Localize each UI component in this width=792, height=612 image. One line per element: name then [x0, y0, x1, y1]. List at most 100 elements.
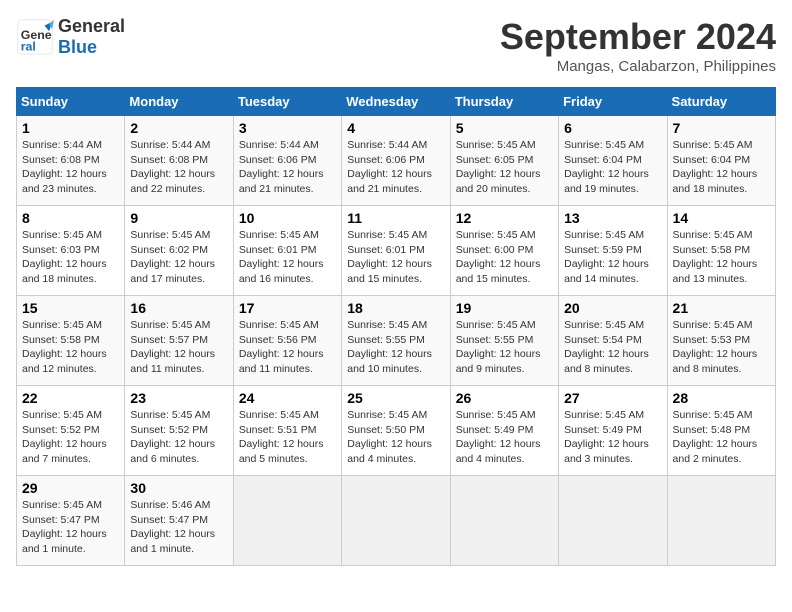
day-info: Sunrise: 5:45 AM Sunset: 6:04 PM Dayligh…	[564, 138, 661, 197]
day-number: 27	[564, 390, 661, 406]
calendar-cell: 18 Sunrise: 5:45 AM Sunset: 5:55 PM Dayl…	[342, 296, 450, 386]
day-info: Sunrise: 5:45 AM Sunset: 6:04 PM Dayligh…	[673, 138, 770, 197]
day-number: 19	[456, 300, 553, 316]
header-sunday: Sunday	[17, 88, 125, 116]
day-number: 18	[347, 300, 444, 316]
day-info: Sunrise: 5:45 AM Sunset: 5:55 PM Dayligh…	[456, 318, 553, 377]
day-info: Sunrise: 5:45 AM Sunset: 5:51 PM Dayligh…	[239, 408, 336, 467]
day-info: Sunrise: 5:45 AM Sunset: 6:01 PM Dayligh…	[239, 228, 336, 287]
logo: Gene ral General Blue	[16, 16, 125, 58]
day-number: 13	[564, 210, 661, 226]
week-row-5: 29 Sunrise: 5:45 AM Sunset: 5:47 PM Dayl…	[17, 476, 776, 566]
day-number: 16	[130, 300, 227, 316]
calendar-cell: 26 Sunrise: 5:45 AM Sunset: 5:49 PM Dayl…	[450, 386, 558, 476]
calendar-cell: 7 Sunrise: 5:45 AM Sunset: 6:04 PM Dayli…	[667, 116, 775, 206]
day-number: 28	[673, 390, 770, 406]
calendar-cell: 25 Sunrise: 5:45 AM Sunset: 5:50 PM Dayl…	[342, 386, 450, 476]
calendar-cell: 28 Sunrise: 5:45 AM Sunset: 5:48 PM Dayl…	[667, 386, 775, 476]
day-info: Sunrise: 5:45 AM Sunset: 6:00 PM Dayligh…	[456, 228, 553, 287]
day-number: 1	[22, 120, 119, 136]
calendar-cell: 1 Sunrise: 5:44 AM Sunset: 6:08 PM Dayli…	[17, 116, 125, 206]
week-row-1: 1 Sunrise: 5:44 AM Sunset: 6:08 PM Dayli…	[17, 116, 776, 206]
calendar-cell: 12 Sunrise: 5:45 AM Sunset: 6:00 PM Dayl…	[450, 206, 558, 296]
calendar-cell: 4 Sunrise: 5:44 AM Sunset: 6:06 PM Dayli…	[342, 116, 450, 206]
day-number: 20	[564, 300, 661, 316]
calendar-cell: 5 Sunrise: 5:45 AM Sunset: 6:05 PM Dayli…	[450, 116, 558, 206]
calendar-cell	[342, 476, 450, 566]
day-info: Sunrise: 5:44 AM Sunset: 6:06 PM Dayligh…	[347, 138, 444, 197]
week-row-2: 8 Sunrise: 5:45 AM Sunset: 6:03 PM Dayli…	[17, 206, 776, 296]
day-number: 6	[564, 120, 661, 136]
day-info: Sunrise: 5:45 AM Sunset: 5:53 PM Dayligh…	[673, 318, 770, 377]
header-saturday: Saturday	[667, 88, 775, 116]
day-info: Sunrise: 5:45 AM Sunset: 6:03 PM Dayligh…	[22, 228, 119, 287]
day-info: Sunrise: 5:45 AM Sunset: 5:57 PM Dayligh…	[130, 318, 227, 377]
header-tuesday: Tuesday	[233, 88, 341, 116]
day-info: Sunrise: 5:45 AM Sunset: 5:58 PM Dayligh…	[22, 318, 119, 377]
day-info: Sunrise: 5:45 AM Sunset: 5:55 PM Dayligh…	[347, 318, 444, 377]
day-info: Sunrise: 5:45 AM Sunset: 5:59 PM Dayligh…	[564, 228, 661, 287]
day-number: 7	[673, 120, 770, 136]
header-monday: Monday	[125, 88, 233, 116]
calendar-cell: 2 Sunrise: 5:44 AM Sunset: 6:08 PM Dayli…	[125, 116, 233, 206]
header-thursday: Thursday	[450, 88, 558, 116]
svg-text:ral: ral	[21, 39, 36, 53]
day-info: Sunrise: 5:45 AM Sunset: 5:47 PM Dayligh…	[22, 498, 119, 557]
day-info: Sunrise: 5:44 AM Sunset: 6:08 PM Dayligh…	[130, 138, 227, 197]
day-number: 22	[22, 390, 119, 406]
calendar-cell: 27 Sunrise: 5:45 AM Sunset: 5:49 PM Dayl…	[559, 386, 667, 476]
day-info: Sunrise: 5:44 AM Sunset: 6:06 PM Dayligh…	[239, 138, 336, 197]
calendar-cell: 19 Sunrise: 5:45 AM Sunset: 5:55 PM Dayl…	[450, 296, 558, 386]
header-friday: Friday	[559, 88, 667, 116]
calendar-header-row: SundayMondayTuesdayWednesdayThursdayFrid…	[17, 88, 776, 116]
calendar-table: SundayMondayTuesdayWednesdayThursdayFrid…	[16, 87, 776, 566]
day-number: 14	[673, 210, 770, 226]
location: Mangas, Calabarzon, Philippines	[500, 58, 776, 75]
calendar-cell: 10 Sunrise: 5:45 AM Sunset: 6:01 PM Dayl…	[233, 206, 341, 296]
calendar-cell: 14 Sunrise: 5:45 AM Sunset: 5:58 PM Dayl…	[667, 206, 775, 296]
day-info: Sunrise: 5:45 AM Sunset: 5:50 PM Dayligh…	[347, 408, 444, 467]
day-info: Sunrise: 5:45 AM Sunset: 5:58 PM Dayligh…	[673, 228, 770, 287]
calendar-cell: 21 Sunrise: 5:45 AM Sunset: 5:53 PM Dayl…	[667, 296, 775, 386]
calendar-cell: 15 Sunrise: 5:45 AM Sunset: 5:58 PM Dayl…	[17, 296, 125, 386]
day-number: 17	[239, 300, 336, 316]
day-number: 2	[130, 120, 227, 136]
calendar-cell: 30 Sunrise: 5:46 AM Sunset: 5:47 PM Dayl…	[125, 476, 233, 566]
day-info: Sunrise: 5:45 AM Sunset: 6:02 PM Dayligh…	[130, 228, 227, 287]
day-info: Sunrise: 5:45 AM Sunset: 5:54 PM Dayligh…	[564, 318, 661, 377]
day-number: 25	[347, 390, 444, 406]
day-info: Sunrise: 5:45 AM Sunset: 6:05 PM Dayligh…	[456, 138, 553, 197]
day-number: 4	[347, 120, 444, 136]
calendar-cell	[559, 476, 667, 566]
day-number: 5	[456, 120, 553, 136]
day-info: Sunrise: 5:45 AM Sunset: 5:52 PM Dayligh…	[130, 408, 227, 467]
calendar-cell	[450, 476, 558, 566]
day-info: Sunrise: 5:45 AM Sunset: 5:48 PM Dayligh…	[673, 408, 770, 467]
day-number: 21	[673, 300, 770, 316]
calendar-cell: 23 Sunrise: 5:45 AM Sunset: 5:52 PM Dayl…	[125, 386, 233, 476]
calendar-cell: 22 Sunrise: 5:45 AM Sunset: 5:52 PM Dayl…	[17, 386, 125, 476]
day-number: 10	[239, 210, 336, 226]
day-number: 12	[456, 210, 553, 226]
calendar-cell: 20 Sunrise: 5:45 AM Sunset: 5:54 PM Dayl…	[559, 296, 667, 386]
day-info: Sunrise: 5:45 AM Sunset: 6:01 PM Dayligh…	[347, 228, 444, 287]
day-number: 24	[239, 390, 336, 406]
day-info: Sunrise: 5:44 AM Sunset: 6:08 PM Dayligh…	[22, 138, 119, 197]
logo-general: General	[58, 16, 125, 37]
day-info: Sunrise: 5:45 AM Sunset: 5:56 PM Dayligh…	[239, 318, 336, 377]
calendar-cell	[233, 476, 341, 566]
day-number: 29	[22, 480, 119, 496]
day-number: 26	[456, 390, 553, 406]
month-title: September 2024	[500, 16, 776, 58]
title-block: September 2024 Mangas, Calabarzon, Phili…	[500, 16, 776, 75]
header-wednesday: Wednesday	[342, 88, 450, 116]
calendar-cell: 13 Sunrise: 5:45 AM Sunset: 5:59 PM Dayl…	[559, 206, 667, 296]
calendar-cell: 24 Sunrise: 5:45 AM Sunset: 5:51 PM Dayl…	[233, 386, 341, 476]
calendar-cell: 8 Sunrise: 5:45 AM Sunset: 6:03 PM Dayli…	[17, 206, 125, 296]
day-info: Sunrise: 5:46 AM Sunset: 5:47 PM Dayligh…	[130, 498, 227, 557]
calendar-cell: 9 Sunrise: 5:45 AM Sunset: 6:02 PM Dayli…	[125, 206, 233, 296]
calendar-cell	[667, 476, 775, 566]
week-row-4: 22 Sunrise: 5:45 AM Sunset: 5:52 PM Dayl…	[17, 386, 776, 476]
calendar-cell: 17 Sunrise: 5:45 AM Sunset: 5:56 PM Dayl…	[233, 296, 341, 386]
calendar-cell: 16 Sunrise: 5:45 AM Sunset: 5:57 PM Dayl…	[125, 296, 233, 386]
